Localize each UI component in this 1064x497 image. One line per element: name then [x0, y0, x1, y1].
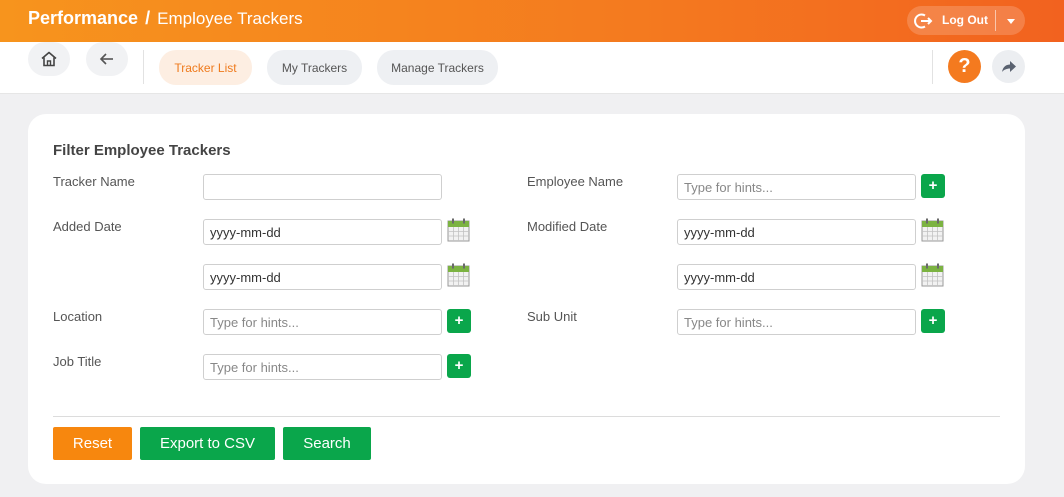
- location-label: Location: [53, 309, 103, 324]
- breadcrumb-module: Performance: [28, 8, 139, 28]
- toolbar-divider: [143, 50, 144, 84]
- calendar-icon[interactable]: [447, 218, 470, 242]
- sub-unit-label: Sub Unit: [527, 309, 577, 324]
- help-button[interactable]: ?: [948, 50, 981, 83]
- tracker-name-input[interactable]: [203, 174, 442, 200]
- job-title-input[interactable]: [203, 354, 442, 380]
- add-employee-button[interactable]: +: [921, 174, 945, 198]
- calendar-icon[interactable]: [921, 263, 944, 287]
- toolbar-divider: [932, 50, 933, 84]
- employee-name-input[interactable]: [677, 174, 916, 200]
- logout-label: Log Out: [942, 13, 988, 27]
- job-title-label: Job Title: [53, 354, 102, 369]
- form-divider: [53, 416, 1000, 417]
- share-icon: [1002, 61, 1016, 72]
- logout-icon: [914, 13, 933, 29]
- filter-title: Filter Employee Trackers: [53, 142, 231, 159]
- added-date-label: Added Date: [53, 219, 122, 234]
- added-date-from-input[interactable]: [203, 219, 442, 245]
- employee-name-label: Employee Name: [527, 174, 624, 189]
- breadcrumb: Performance / Employee Trackers: [28, 8, 303, 29]
- logout-divider: [995, 10, 996, 31]
- modified-date-from-input[interactable]: [677, 219, 916, 245]
- back-button[interactable]: [86, 42, 128, 76]
- calendar-icon[interactable]: [921, 218, 944, 242]
- home-button[interactable]: [28, 42, 70, 76]
- home-icon: [41, 51, 57, 67]
- logout-button[interactable]: Log Out: [907, 6, 1025, 35]
- share-button[interactable]: [992, 50, 1025, 83]
- search-button[interactable]: Search: [283, 427, 371, 460]
- add-sub-unit-button[interactable]: +: [921, 309, 945, 333]
- tab-tracker-list[interactable]: Tracker List: [159, 50, 252, 85]
- breadcrumb-separator: /: [145, 8, 151, 28]
- toolbar: Tracker List My Trackers Manage Trackers…: [0, 42, 1064, 94]
- chevron-down-icon[interactable]: [1004, 14, 1018, 28]
- arrow-left-icon: [99, 53, 113, 65]
- reset-button[interactable]: Reset: [53, 427, 132, 460]
- calendar-icon[interactable]: [447, 263, 470, 287]
- modified-date-label: Modified Date: [527, 219, 608, 234]
- tab-manage-trackers[interactable]: Manage Trackers: [377, 50, 498, 85]
- location-input[interactable]: [203, 309, 442, 335]
- tab-my-trackers[interactable]: My Trackers: [267, 50, 362, 85]
- add-location-button[interactable]: +: [447, 309, 471, 333]
- added-date-to-input[interactable]: [203, 264, 442, 290]
- sub-unit-input[interactable]: [677, 309, 916, 335]
- export-csv-button[interactable]: Export to CSV: [140, 427, 275, 460]
- add-job-title-button[interactable]: +: [447, 354, 471, 378]
- page-title: Employee Trackers: [157, 9, 303, 28]
- tracker-name-label: Tracker Name: [53, 174, 135, 189]
- top-header-bar: Performance / Employee Trackers Log Out: [0, 0, 1064, 42]
- modified-date-to-input[interactable]: [677, 264, 916, 290]
